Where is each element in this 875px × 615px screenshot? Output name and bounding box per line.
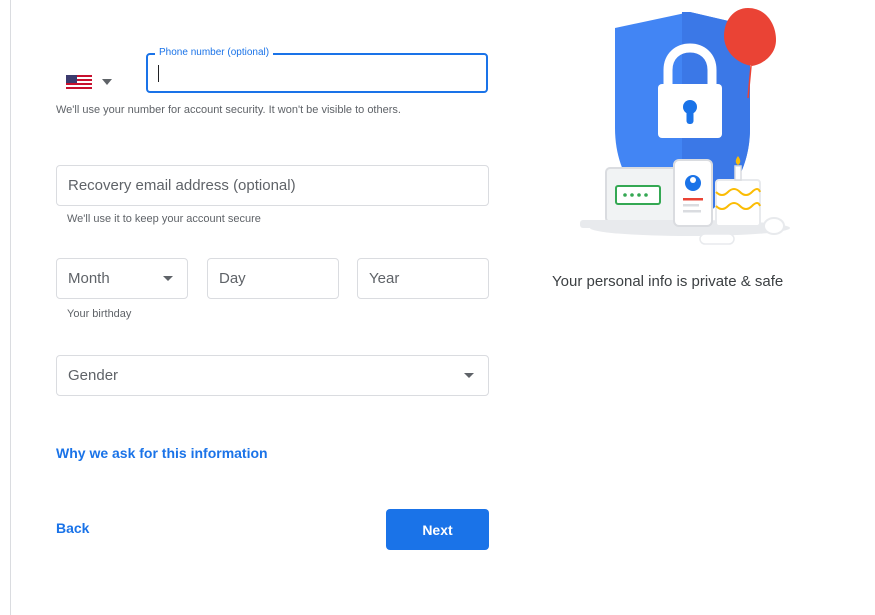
birthday-helper-text: Your birthday [67,308,132,320]
chevron-down-icon [163,276,173,281]
recovery-email-field[interactable]: Recovery email address (optional) [56,165,489,206]
gender-select[interactable]: Gender [56,355,489,396]
chevron-down-icon [102,79,112,85]
us-flag-icon [66,75,92,89]
country-code-picker[interactable] [66,70,130,94]
left-divider [10,0,11,615]
year-placeholder: Year [369,270,400,287]
birth-day-input[interactable]: Day [207,258,339,299]
phone-icon [673,159,713,227]
cake-icon [715,179,761,227]
month-placeholder: Month [68,270,110,287]
phone-number-field[interactable]: Phone number (optional) [146,46,488,93]
birth-month-select[interactable]: Month [56,258,188,299]
next-button[interactable]: Next [386,509,489,550]
gender-placeholder: Gender [68,367,119,384]
phone-number-label: Phone number (optional) [155,46,274,60]
plate-icon [763,217,785,235]
shield-lock-illustration [580,8,790,245]
why-we-ask-link[interactable]: Why we ask for this information [56,445,268,461]
candle-icon [734,165,742,181]
text-cursor [158,65,159,82]
phone-helper-text: We'll use your number for account securi… [56,104,401,116]
recovery-email-placeholder: Recovery email address (optional) [68,177,296,194]
recovery-helper-text: We'll use it to keep your account secure [67,213,261,225]
chevron-down-icon [464,373,474,378]
privacy-illustration [570,8,800,258]
privacy-caption: Your personal info is private & safe [552,273,784,290]
signup-personal-info-page: Phone number (optional) We'll use your n… [0,0,875,615]
birth-year-input[interactable]: Year [357,258,489,299]
day-placeholder: Day [219,270,246,287]
back-link[interactable]: Back [56,520,89,536]
